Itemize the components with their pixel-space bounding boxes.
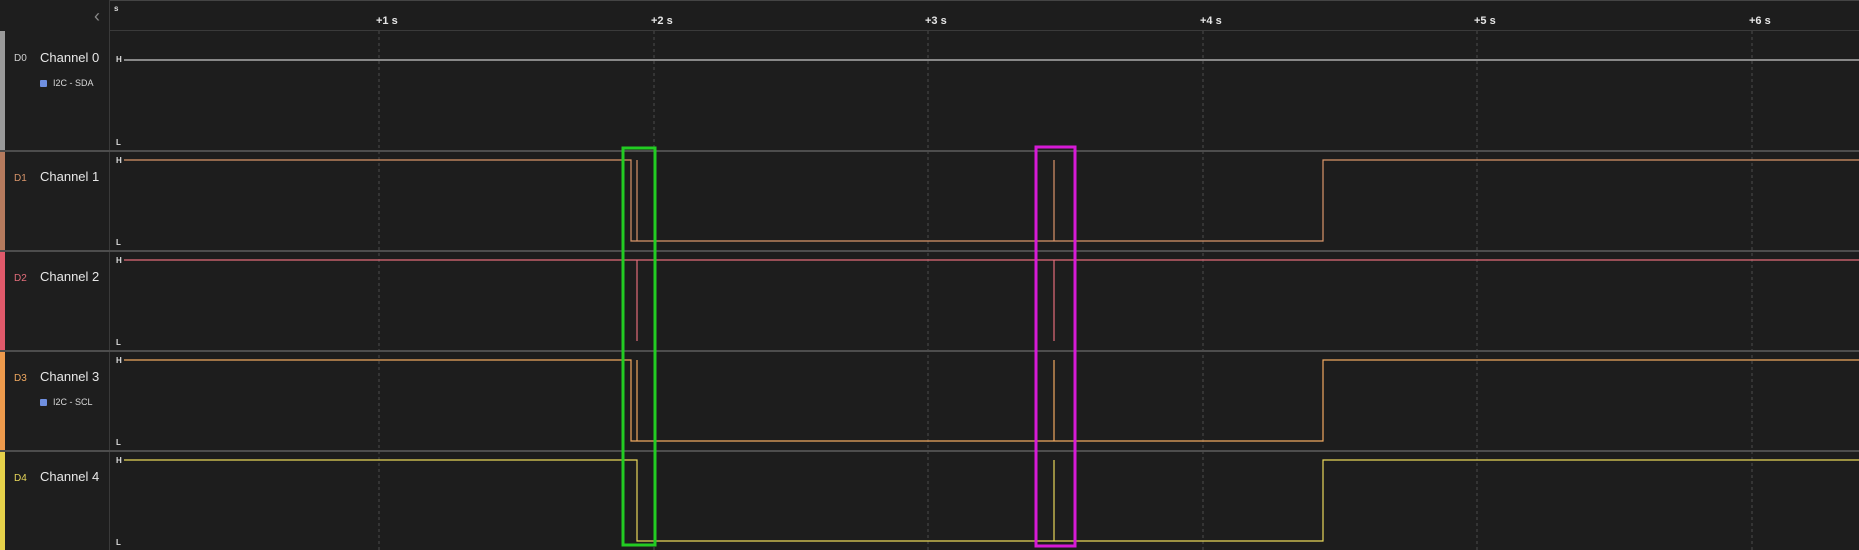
level-label-high: H bbox=[116, 55, 122, 64]
row-separators bbox=[0, 150, 1859, 452]
level-label-high: H bbox=[116, 456, 122, 465]
level-label-high: H bbox=[116, 356, 122, 365]
level-label-high: H bbox=[116, 256, 122, 265]
channel-4-waveform bbox=[124, 459, 1859, 542]
waveform-area[interactable]: H L H L H L H L H L bbox=[0, 0, 1859, 550]
magenta-highlight-box bbox=[1034, 145, 1077, 548]
level-label-low: L bbox=[116, 138, 121, 147]
logic-analyzer-view: ‹ D0 Channel 0 I2C - SDA D1 Channel 1 D2… bbox=[0, 0, 1859, 550]
level-label-low: L bbox=[116, 538, 121, 547]
channel-3-waveform bbox=[124, 359, 1859, 442]
level-label-high: H bbox=[116, 156, 122, 165]
level-label-low: L bbox=[116, 338, 121, 347]
level-label-low: L bbox=[116, 238, 121, 247]
time-gridlines bbox=[378, 31, 1753, 550]
channel-1-waveform bbox=[124, 159, 1859, 242]
green-highlight-box bbox=[621, 146, 657, 547]
level-label-low: L bbox=[116, 438, 121, 447]
